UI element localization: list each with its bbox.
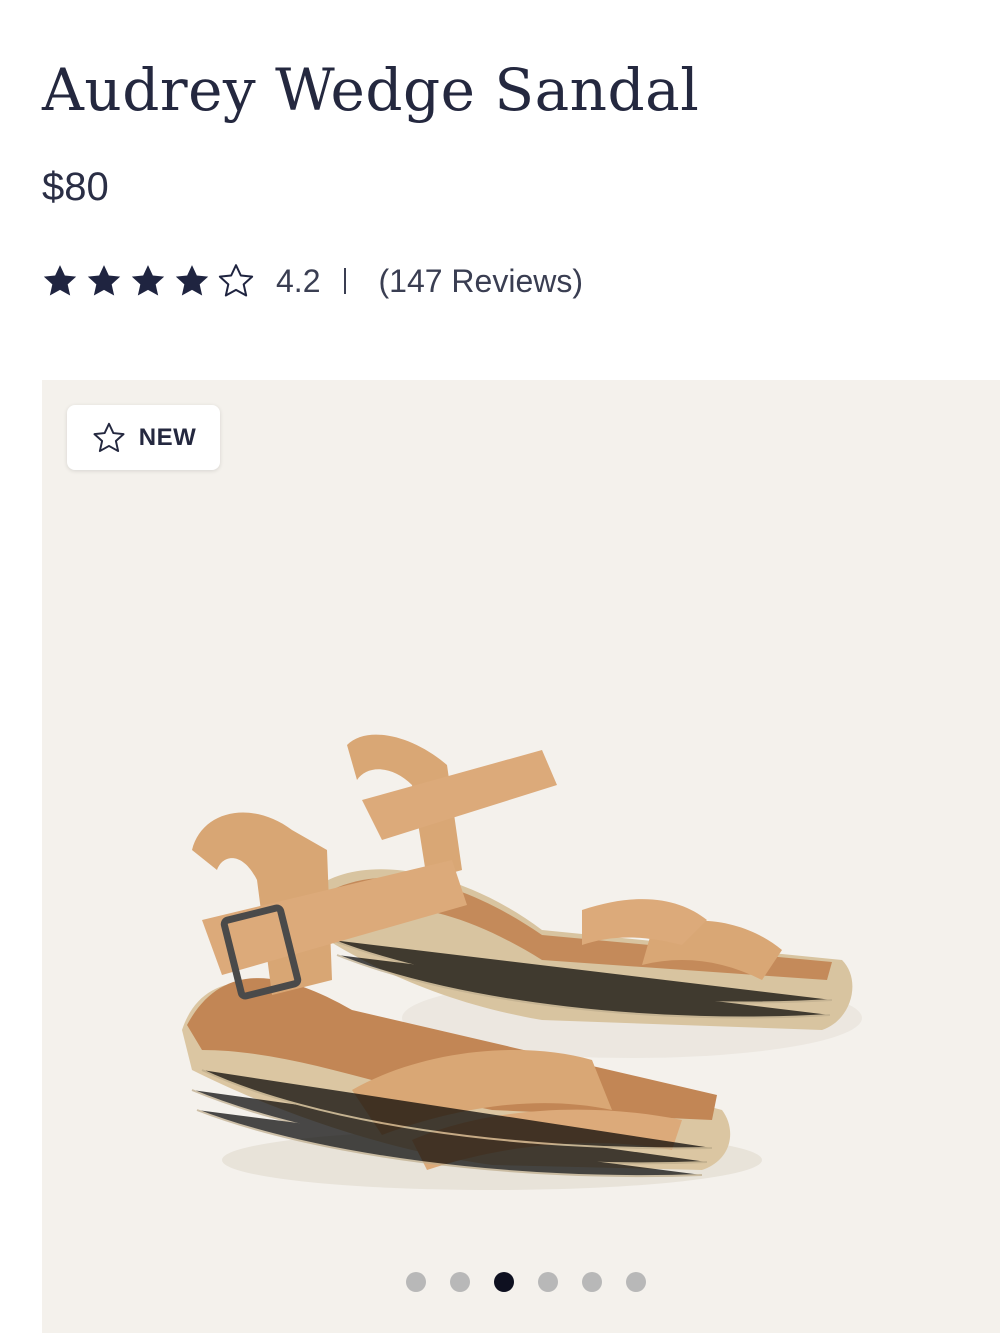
star-filled-icon: [87, 265, 121, 296]
badge-label: NEW: [138, 423, 197, 451]
carousel-dot[interactable]: [538, 1272, 558, 1292]
product-price: $80: [42, 165, 109, 209]
product-image-gallery[interactable]: NEW: [42, 380, 1000, 1333]
product-title: Audrey Wedge Sandal: [42, 56, 700, 124]
reviews-link[interactable]: (147 Reviews): [378, 263, 583, 300]
star-outline-icon: [218, 264, 254, 297]
carousel-dot[interactable]: [626, 1272, 646, 1292]
star-filled-icon: [131, 265, 165, 296]
carousel-dot[interactable]: [582, 1272, 602, 1292]
new-badge: NEW: [67, 405, 220, 470]
star-outline-icon: [93, 422, 125, 452]
product-image[interactable]: [162, 550, 882, 1200]
carousel-dot-active[interactable]: [494, 1272, 514, 1292]
carousel-dot[interactable]: [406, 1272, 426, 1292]
carousel-dots: [42, 1272, 1000, 1292]
carousel-dot[interactable]: [450, 1272, 470, 1292]
star-filled-icon: [175, 265, 209, 296]
rating-divider: [344, 268, 347, 294]
star-filled-icon: [43, 265, 77, 296]
rating-value: 4.2: [276, 262, 321, 299]
rating-summary[interactable]: 4.2 (147 Reviews): [40, 256, 583, 306]
rating-stars: [40, 261, 260, 301]
